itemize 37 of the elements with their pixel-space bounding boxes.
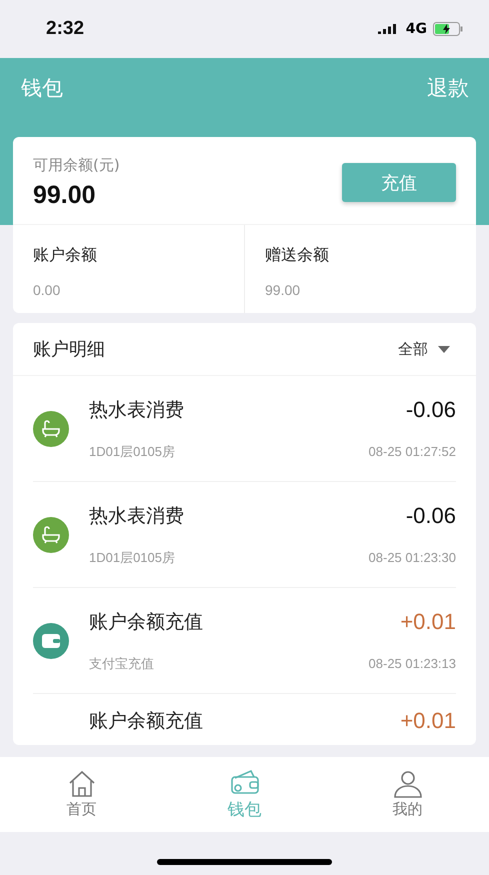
details-title: 账户明细 [33, 338, 105, 361]
balance-part-label: 赠送余额 [265, 245, 330, 266]
balance-part-value: 99.00 [265, 282, 302, 298]
transaction-amount: -0.06 [406, 502, 456, 528]
battery-icon [433, 22, 463, 36]
transaction-time: 08-25 01:23:13 [368, 656, 456, 671]
bathtub-icon [33, 516, 69, 552]
tab-item[interactable]: 我的 [326, 757, 489, 832]
transaction-title: 热水表消费 [89, 504, 184, 528]
wallet-icon [228, 768, 260, 796]
transaction-amount: +0.01 [400, 708, 456, 734]
transaction-amount: +0.01 [400, 608, 456, 634]
recharge-button[interactable]: 充值 [342, 163, 456, 202]
balance-part-value: 0.00 [33, 282, 62, 298]
transaction-amount: -0.06 [406, 396, 456, 422]
status-time: 2:32 [46, 18, 84, 40]
transaction-detail: 1D01层0105房 [89, 442, 175, 460]
tab-item[interactable]: 钱包 [163, 757, 326, 832]
transaction-title: 账户余额充值 [89, 709, 203, 734]
transaction-detail: 1D01层0105房 [89, 548, 175, 566]
caret-icon [438, 346, 450, 352]
person-icon [392, 770, 424, 798]
tab-item[interactable]: 首页 [0, 757, 163, 832]
transaction-time: 08-25 01:27:52 [368, 444, 456, 459]
transaction-title: 热水表消费 [89, 398, 184, 422]
page-title: 钱包 [21, 75, 63, 102]
filter-dropdown[interactable]: 全部 [398, 340, 450, 358]
bathtub-icon [33, 410, 69, 446]
transaction-detail: 支付宝充值 [89, 654, 154, 672]
wallet-icon [33, 622, 69, 658]
balance-amount: 99.00 [33, 180, 97, 210]
balance-part-label: 账户余额 [33, 245, 98, 266]
refund-link[interactable]: 退款 [427, 74, 469, 102]
transaction-time: 08-25 01:23:30 [368, 550, 456, 565]
transaction-title: 账户余额充值 [89, 610, 203, 634]
balance-label: 可用余额(元) [33, 156, 120, 174]
network-label: 4G [406, 21, 427, 37]
